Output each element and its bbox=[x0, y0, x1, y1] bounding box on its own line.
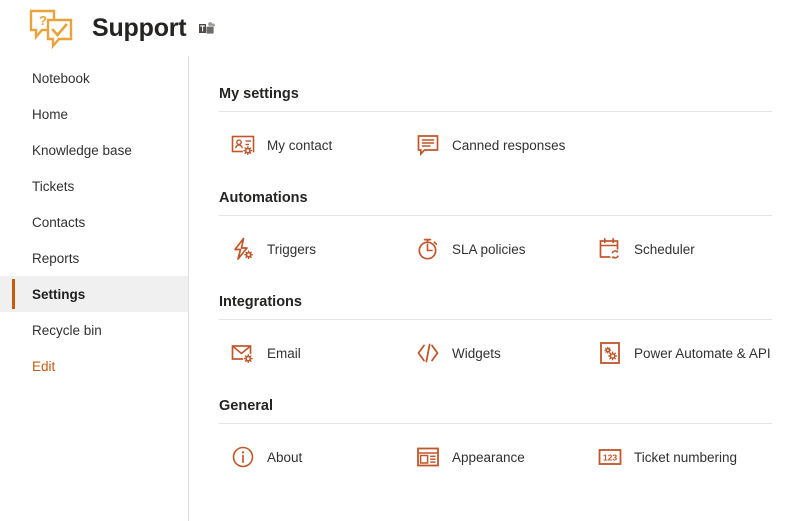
app-header: ? Support bbox=[0, 0, 800, 56]
settings-tile-appearance[interactable]: Appearance bbox=[415, 444, 525, 470]
section-heading: Automations bbox=[219, 190, 308, 206]
sidebar-item-label: Edit bbox=[32, 358, 56, 374]
code-brackets-icon bbox=[415, 340, 441, 366]
sidebar-item-knowledge-base[interactable]: Knowledge base bbox=[0, 132, 188, 168]
sidebar-item-label: Settings bbox=[32, 286, 86, 302]
tile-group: Triggers SLA policies Scheduler bbox=[219, 224, 800, 289]
calendar-refresh-icon bbox=[597, 236, 623, 262]
sidebar-item-notebook[interactable]: Notebook bbox=[0, 60, 188, 96]
tile-label: Appearance bbox=[452, 449, 525, 465]
section-general: General About Appearance 123 Ticket numb… bbox=[219, 398, 800, 497]
sidebar-item-label: Notebook bbox=[32, 70, 90, 86]
section-my-settings: My settings My contact Canned responses bbox=[219, 86, 800, 185]
numbers-box-icon: 123 bbox=[597, 444, 623, 470]
tile-label: SLA policies bbox=[452, 241, 526, 257]
sidebar-item-label: Home bbox=[32, 106, 69, 122]
support-chat-check-icon: ? bbox=[28, 8, 74, 50]
settings-page: ? Support Notebook Home Knowledge base T… bbox=[0, 0, 800, 521]
sidebar-item-settings[interactable]: Settings bbox=[0, 276, 188, 312]
tile-group: My contact Canned responses bbox=[219, 120, 800, 185]
tile-label: Triggers bbox=[267, 241, 317, 257]
speech-bubble-lines-icon bbox=[415, 132, 441, 158]
sidebar-item-reports[interactable]: Reports bbox=[0, 240, 188, 276]
sidebar-item-label: Tickets bbox=[32, 178, 75, 194]
sidebar-item-label: Contacts bbox=[32, 214, 86, 230]
settings-content: My settings My contact Canned responses … bbox=[189, 56, 800, 521]
settings-tile-power-automate-api[interactable]: Power Automate & API bbox=[597, 340, 771, 366]
sidebar-item-tickets[interactable]: Tickets bbox=[0, 168, 188, 204]
page-title: Support bbox=[92, 13, 187, 42]
svg-text:123: 123 bbox=[603, 452, 618, 462]
sidebar-item-label: Knowledge base bbox=[32, 142, 132, 158]
section-heading: General bbox=[219, 398, 273, 414]
lightning-bolt-gear-icon bbox=[230, 236, 256, 262]
sidebar-nav: Notebook Home Knowledge base Tickets Con… bbox=[0, 56, 189, 521]
tile-group: About Appearance 123 Ticket numbering bbox=[219, 432, 800, 497]
settings-tile-ticket-numbering[interactable]: 123 Ticket numbering bbox=[597, 444, 737, 470]
tile-label: Ticket numbering bbox=[634, 449, 738, 465]
tile-label: My contact bbox=[267, 137, 333, 153]
tile-group: Email Widgets Power Automate & API bbox=[219, 328, 800, 393]
stopwatch-icon bbox=[415, 236, 441, 262]
section-heading: My settings bbox=[219, 86, 299, 102]
section-automations: Automations Triggers SLA policies Schedu… bbox=[219, 190, 800, 289]
layout-panel-icon bbox=[415, 444, 441, 470]
tile-label: Scheduler bbox=[634, 241, 695, 257]
envelope-gear-icon bbox=[230, 340, 256, 366]
settings-tile-widgets[interactable]: Widgets bbox=[415, 340, 501, 366]
svg-text:?: ? bbox=[39, 13, 47, 28]
sidebar-item-label: Recycle bin bbox=[32, 322, 102, 338]
tile-label: Canned responses bbox=[452, 137, 566, 153]
section-heading: Integrations bbox=[219, 294, 302, 310]
sidebar-item-home[interactable]: Home bbox=[0, 96, 188, 132]
info-circle-icon bbox=[230, 444, 256, 470]
tile-label: Power Automate & API bbox=[634, 345, 771, 361]
sidebar-item-recycle-bin[interactable]: Recycle bin bbox=[0, 312, 188, 348]
section-divider bbox=[219, 215, 772, 216]
tile-label: Email bbox=[267, 345, 301, 361]
settings-tile-sla-policies[interactable]: SLA policies bbox=[415, 236, 526, 262]
contact-card-gear-icon bbox=[230, 132, 256, 158]
settings-tile-triggers[interactable]: Triggers bbox=[230, 236, 316, 262]
settings-tile-scheduler[interactable]: Scheduler bbox=[597, 236, 695, 262]
sidebar-item-label: Reports bbox=[32, 250, 80, 266]
settings-tile-email[interactable]: Email bbox=[230, 340, 301, 366]
section-divider bbox=[219, 111, 772, 112]
sidebar-item-contacts[interactable]: Contacts bbox=[0, 204, 188, 240]
sidebar-item-edit[interactable]: Edit bbox=[0, 348, 188, 384]
section-divider bbox=[219, 423, 772, 424]
section-divider bbox=[219, 319, 772, 320]
section-integrations: Integrations Email Widgets Power Automat… bbox=[219, 294, 800, 393]
microsoft-teams-icon bbox=[198, 20, 216, 38]
settings-tile-my-contact[interactable]: My contact bbox=[230, 132, 332, 158]
settings-tile-about[interactable]: About bbox=[230, 444, 302, 470]
gears-box-icon bbox=[597, 340, 623, 366]
settings-tile-canned-responses[interactable]: Canned responses bbox=[415, 132, 565, 158]
tile-label: Widgets bbox=[452, 345, 501, 361]
tile-label: About bbox=[267, 449, 303, 465]
